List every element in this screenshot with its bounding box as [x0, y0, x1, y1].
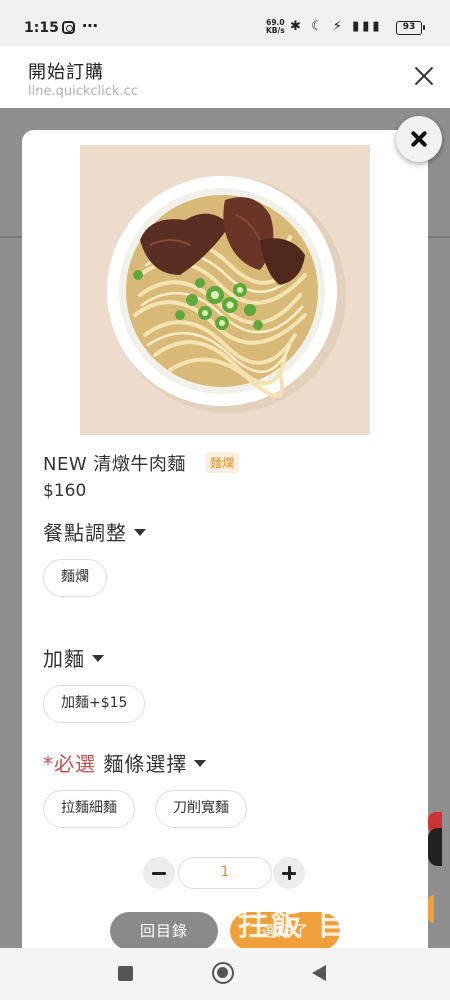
- product-modal: NEW 清燉牛肉麵 麵爛 $160 餐點調整 麵爛 加麵 加麵+$15 *必選 …: [22, 130, 428, 948]
- modal-close-button[interactable]: [396, 116, 442, 162]
- increase-quantity-button[interactable]: [273, 857, 305, 889]
- browser-url: line.quickclick.cc: [28, 84, 138, 99]
- section-title-extra-noodles[interactable]: 加麵: [43, 643, 104, 672]
- back-to-menu-button[interactable]: 回目錄: [110, 912, 218, 948]
- more-notifications-icon: ⋯: [82, 16, 99, 35]
- browser-close-icon[interactable]: [410, 62, 438, 90]
- section-title-text: 麵條選擇: [103, 752, 188, 776]
- decrease-quantity-button[interactable]: [143, 857, 175, 889]
- section-title-text: 餐點調整: [43, 521, 127, 545]
- minus-icon: [152, 871, 166, 875]
- product-name: NEW 清燉牛肉麵: [43, 454, 186, 475]
- side-tab-orange: [428, 895, 434, 923]
- system-status-icons: ✱ ☾ ⚡ ▮▮▮: [290, 19, 383, 34]
- option-chip-extra-noodles[interactable]: 加麵+$15: [43, 685, 146, 723]
- network-speed-unit: KB/s: [266, 26, 285, 35]
- section-title-noodle-choice[interactable]: *必選 麵條選擇: [43, 748, 207, 777]
- browser-header: 開始訂購 line.quickclick.cc: [0, 46, 450, 108]
- background-divider: [0, 236, 22, 238]
- chevron-down-icon: [134, 529, 146, 536]
- section-title-text: 加麵: [43, 647, 85, 671]
- product-tag-badge: 麵爛: [205, 452, 240, 473]
- option-chip-soft-noodles[interactable]: 麵爛: [43, 559, 107, 597]
- system-nav-bar: [0, 948, 450, 1000]
- quantity-input[interactable]: 1: [178, 857, 272, 889]
- option-chip-thin-noodles[interactable]: 拉麵細麵: [43, 790, 135, 828]
- recents-square-icon[interactable]: [118, 966, 133, 981]
- back-triangle-icon[interactable]: [312, 965, 326, 981]
- side-tab-dark: [428, 828, 442, 866]
- chevron-down-icon: [92, 655, 104, 662]
- product-price: $160: [43, 481, 87, 501]
- browser-title: 開始訂購: [28, 62, 104, 83]
- instagram-icon: [62, 21, 75, 34]
- watermark-text: 拄飯 目: [238, 908, 351, 943]
- network-speed: 69.0 KB/s: [266, 19, 285, 35]
- status-bar: 1:15 ⋯ 69.0 KB/s ✱ ☾ ⚡ ▮▮▮ 93: [0, 0, 450, 46]
- battery-icon: 93: [396, 21, 425, 35]
- option-chip-wide-noodles[interactable]: 刀削寬麵: [155, 790, 247, 828]
- section-title-adjustments[interactable]: 餐點調整: [43, 517, 146, 546]
- required-label: *必選: [43, 752, 96, 776]
- status-time: 1:15: [24, 20, 59, 36]
- product-image: [80, 145, 370, 435]
- beef-noodle-soup-image: [107, 176, 346, 413]
- chevron-down-icon: [194, 760, 207, 767]
- home-circle-icon[interactable]: [212, 962, 234, 984]
- background-divider: [428, 236, 450, 238]
